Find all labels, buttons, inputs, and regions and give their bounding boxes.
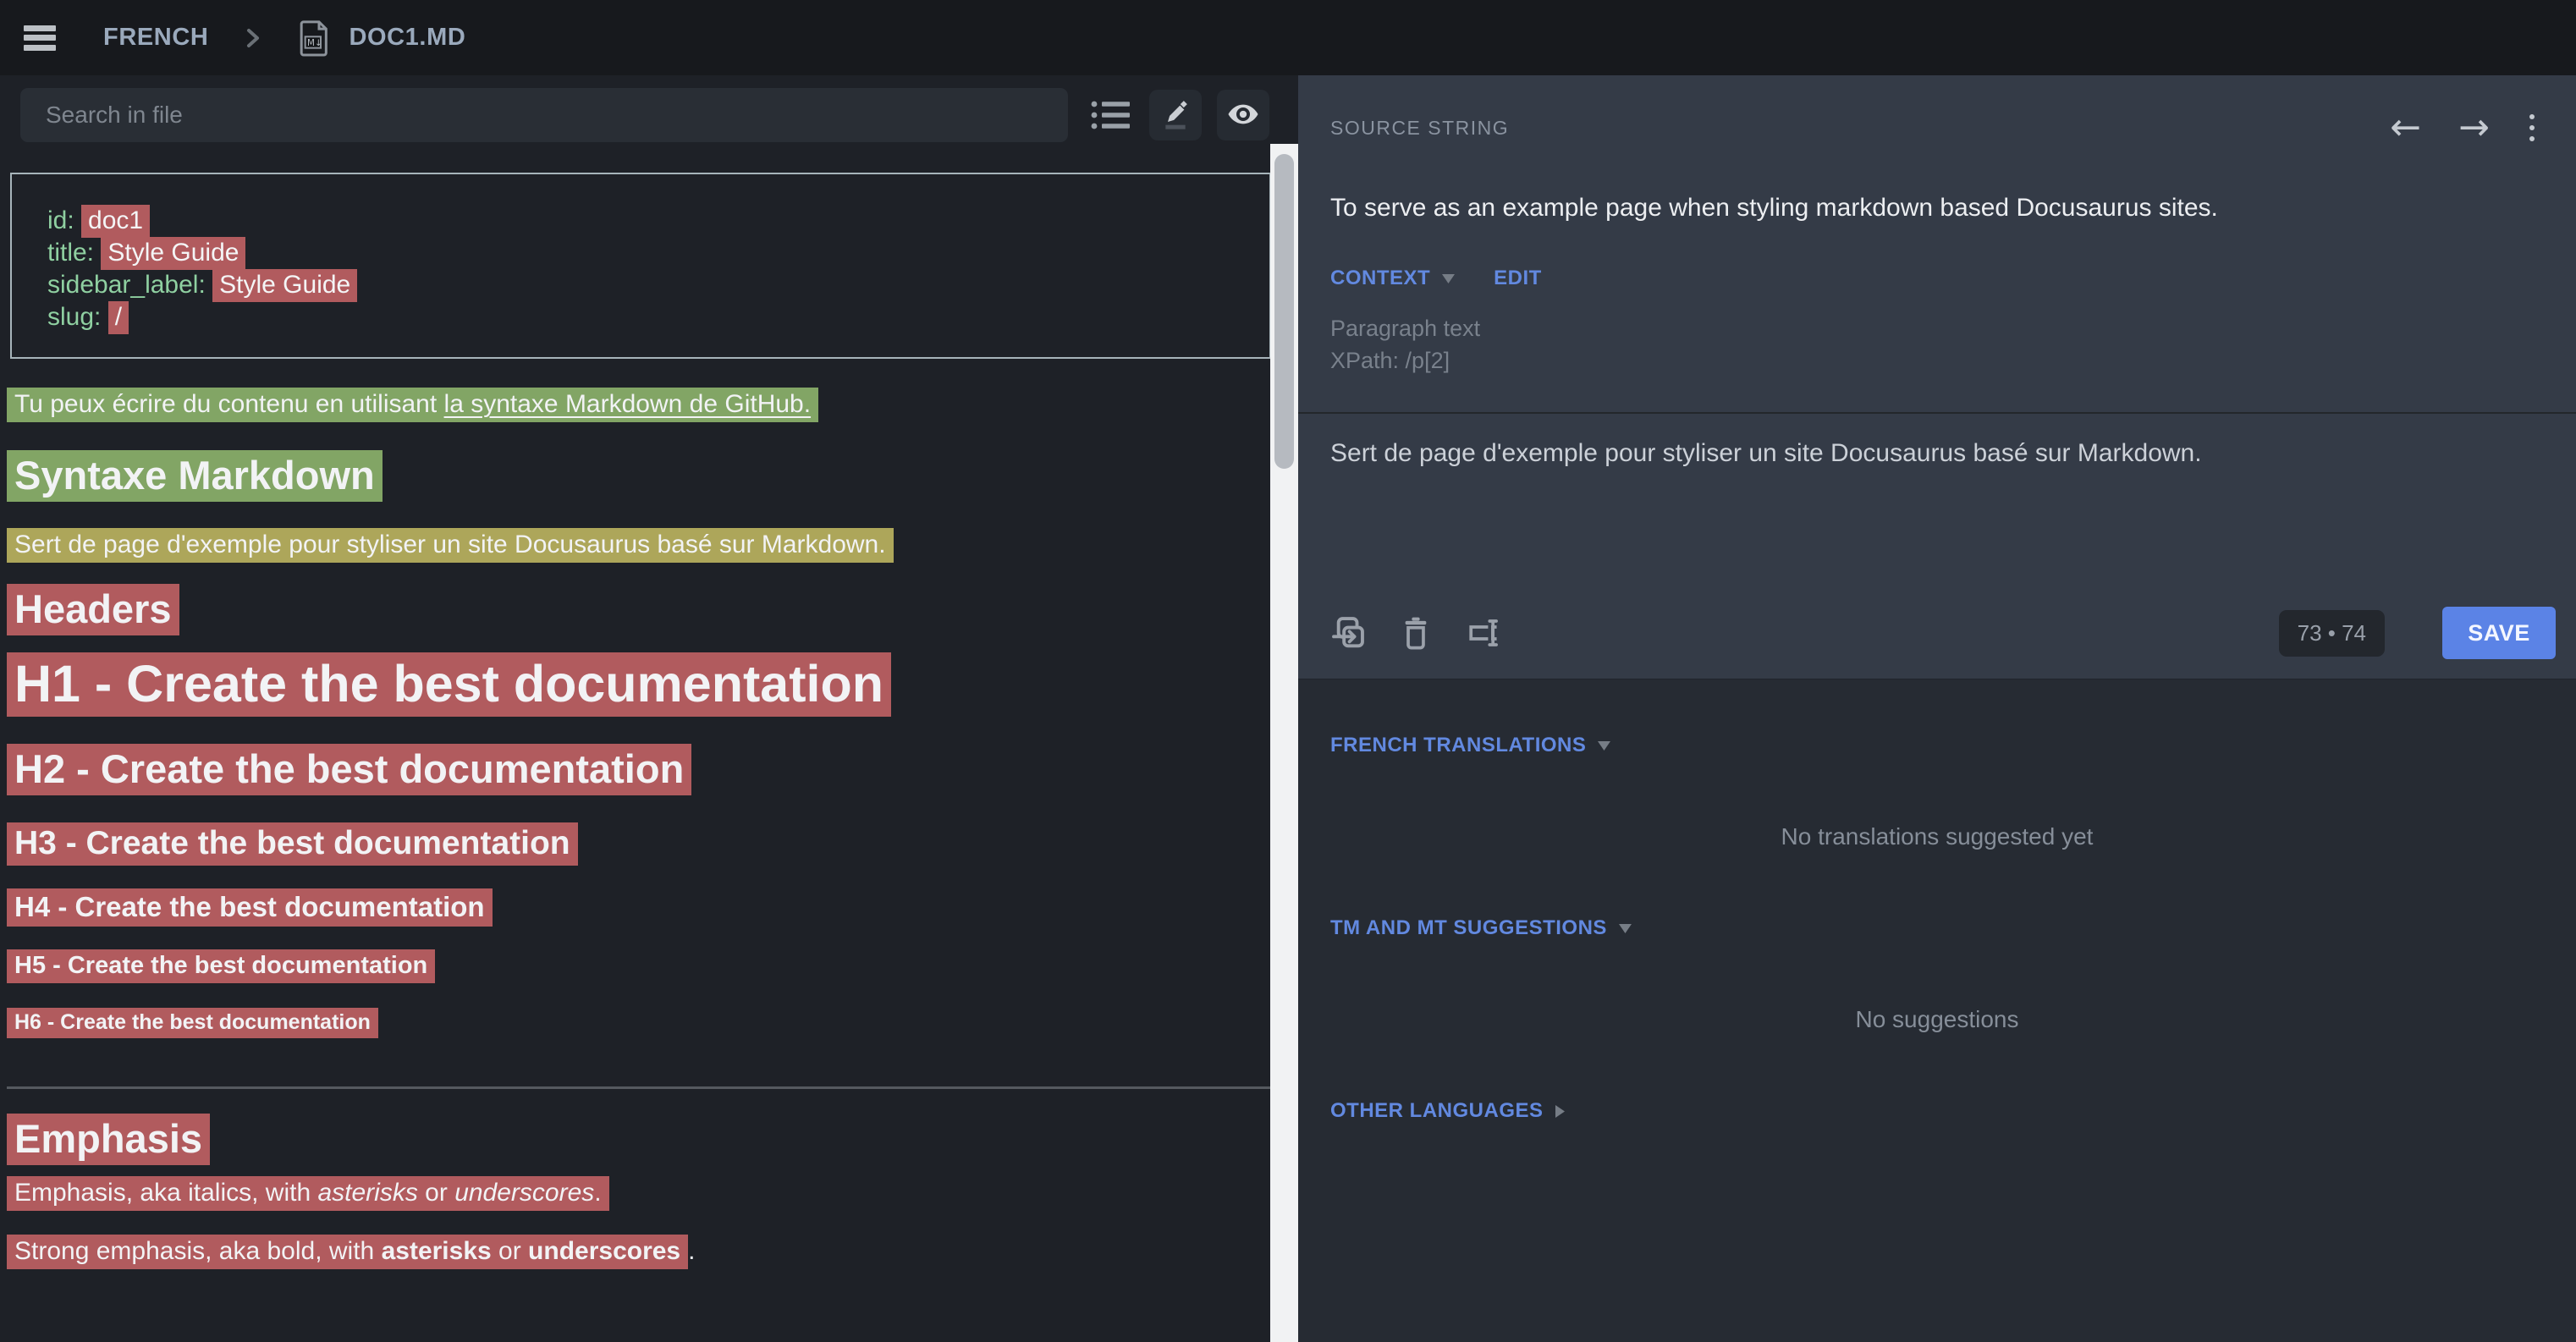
doc-paragraph: Sert de page d'exemple pour styliser un …	[7, 528, 1271, 561]
source-string[interactable]: Style Guide	[212, 269, 357, 302]
translated-string[interactable]: Syntaxe Markdown	[7, 450, 383, 502]
frontmatter-row: sidebar_label: Style Guide	[47, 269, 1252, 301]
edit-mode-button[interactable]	[1149, 90, 1202, 140]
doc-heading-h1: H1 - Create the best documentation	[7, 652, 1271, 716]
pencil-icon	[1159, 97, 1192, 134]
selected-string[interactable]: Sert de page d'exemple pour styliser un …	[7, 528, 894, 563]
next-string-button[interactable]: →	[2458, 115, 2490, 140]
text-cursor-icon	[1466, 615, 1501, 651]
document-pane: id: doc1 title: Style Guide sidebar_labe…	[0, 75, 1298, 1342]
doc-heading-emphasis: Emphasis	[7, 1114, 1271, 1164]
select-text-button[interactable]	[1466, 615, 1501, 651]
untranslated-string[interactable]: Emphasis, aka italics, with asterisks or…	[7, 1176, 609, 1211]
breadcrumb-project[interactable]: FRENCH	[103, 24, 208, 52]
chevron-right-icon	[1555, 1105, 1565, 1118]
doc-heading-h6: H6 - Create the best documentation	[7, 1009, 1271, 1036]
source-string-header: SOURCE STRING ← →	[1330, 75, 2537, 145]
frontmatter-row: id: doc1	[47, 205, 1252, 237]
doc-heading-h2: H2 - Create the best documentation	[7, 745, 1271, 795]
suggestions-empty-text: No suggestions	[1298, 1006, 2576, 1033]
doc-link[interactable]: la syntaxe Markdown de GitHub.	[444, 390, 812, 418]
translation-toolbar: 73 • 74 SAVE	[1330, 606, 2556, 660]
untranslated-string[interactable]: H4 - Create the best documentation	[7, 888, 493, 927]
search-row	[0, 75, 1298, 142]
doc-paragraph: Strong emphasis, aka bold, with asterisk…	[7, 1235, 1271, 1268]
markdown-file-icon: M↓	[298, 19, 332, 58]
string-list-icon[interactable]	[1090, 88, 1131, 142]
copy-source-button[interactable]	[1330, 614, 1366, 652]
doc-paragraph: Tu peux écrire du contenu en utilisant l…	[7, 388, 1271, 421]
source-string[interactable]: Style Guide	[101, 237, 245, 270]
chevron-down-icon	[1619, 924, 1632, 933]
context-meta: Paragraph text XPath: /p[2]	[1330, 312, 2537, 377]
untranslated-string[interactable]: Strong emphasis, aka bold, with asterisk…	[7, 1235, 688, 1269]
topbar: FRENCH M↓ DOC1.MD	[0, 0, 2576, 75]
source-string[interactable]: /	[108, 301, 129, 334]
doc-heading-h4: H4 - Create the best documentation	[7, 889, 1271, 924]
doc-heading-headers: Headers	[7, 585, 1271, 635]
chevron-down-icon	[1598, 741, 1610, 751]
svg-text:M↓: M↓	[307, 38, 322, 48]
source-string-card: SOURCE STRING ← → To serve as an example…	[1298, 75, 2576, 679]
trash-icon	[1401, 615, 1430, 651]
untranslated-string[interactable]: Emphasis	[7, 1114, 210, 1165]
translated-string[interactable]: Tu peux écrire du contenu en utilisant l…	[7, 388, 818, 422]
frontmatter-row: slug: /	[47, 301, 1252, 333]
breadcrumb-file: DOC1.MD	[349, 24, 465, 52]
untranslated-string[interactable]: H5 - Create the best documentation	[7, 949, 435, 983]
breadcrumb-chevron-icon	[242, 25, 264, 51]
save-button[interactable]: SAVE	[2442, 607, 2556, 659]
char-counter: 73 • 74	[2279, 610, 2385, 657]
untranslated-string[interactable]: H3 - Create the best documentation	[7, 822, 578, 866]
translations-empty-text: No translations suggested yet	[1298, 823, 2576, 850]
source-text: To serve as an example page when styling…	[1330, 194, 2537, 223]
kebab-icon	[2527, 111, 2537, 145]
doc-heading-h5: H5 - Create the best documentation	[7, 950, 1271, 981]
preview-mode-button[interactable]	[1217, 90, 1269, 140]
doc-heading-h3: H3 - Create the best documentation	[7, 823, 1271, 865]
edit-context-button[interactable]: EDIT	[1494, 267, 1542, 290]
untranslated-string[interactable]: Headers	[7, 584, 179, 635]
search-input[interactable]	[20, 88, 1068, 142]
panel-divider	[1298, 412, 2576, 414]
untranslated-string[interactable]: H2 - Create the best documentation	[7, 744, 691, 795]
scrollbar-thumb[interactable]	[1274, 154, 1294, 469]
doc-divider	[7, 1086, 1271, 1089]
chevron-down-icon	[1442, 274, 1455, 283]
suggestions-area: FRENCH TRANSLATIONS No translations sugg…	[1298, 679, 2576, 1342]
translation-input[interactable]: Sert de page d'exemple pour styliser un …	[1330, 439, 2537, 468]
copy-source-icon	[1330, 614, 1366, 652]
delete-translation-button[interactable]	[1401, 615, 1430, 651]
untranslated-string[interactable]: H1 - Create the best documentation	[7, 652, 891, 717]
document-content: id: doc1 title: Style Guide sidebar_labe…	[0, 142, 1298, 1268]
string-navigation: ← →	[2390, 111, 2537, 145]
translation-editor: FRENCH M↓ DOC1.MD	[0, 0, 2576, 1342]
untranslated-string[interactable]: H6 - Create the best documentation	[7, 1008, 378, 1038]
menu-icon[interactable]	[24, 25, 56, 51]
tm-suggestions-toggle[interactable]: TM AND MT SUGGESTIONS	[1330, 916, 2576, 940]
doc-paragraph: Emphasis, aka italics, with asterisks or…	[7, 1176, 1271, 1209]
doc-heading-syntaxe: Syntaxe Markdown	[7, 451, 1271, 501]
french-translations-toggle[interactable]: FRENCH TRANSLATIONS	[1330, 679, 2576, 757]
other-languages-toggle[interactable]: OTHER LANGUAGES	[1330, 1099, 2576, 1123]
context-row: CONTEXT EDIT	[1330, 267, 2537, 290]
context-xpath: XPath: /p[2]	[1330, 344, 2537, 377]
source-string-label: SOURCE STRING	[1330, 117, 1509, 140]
frontmatter-row: title: Style Guide	[47, 237, 1252, 269]
previous-string-button[interactable]: ←	[2390, 115, 2421, 140]
eye-icon	[1225, 97, 1262, 134]
more-menu-button[interactable]	[2527, 111, 2537, 145]
document-scrollbar[interactable]	[1270, 144, 1298, 1342]
translation-panel: SOURCE STRING ← → To serve as an example…	[1298, 75, 2576, 1342]
context-toggle[interactable]: CONTEXT	[1330, 267, 1455, 290]
frontmatter-block: id: doc1 title: Style Guide sidebar_labe…	[10, 173, 1271, 359]
context-type: Paragraph text	[1330, 312, 2537, 344]
source-string[interactable]: doc1	[81, 205, 150, 238]
